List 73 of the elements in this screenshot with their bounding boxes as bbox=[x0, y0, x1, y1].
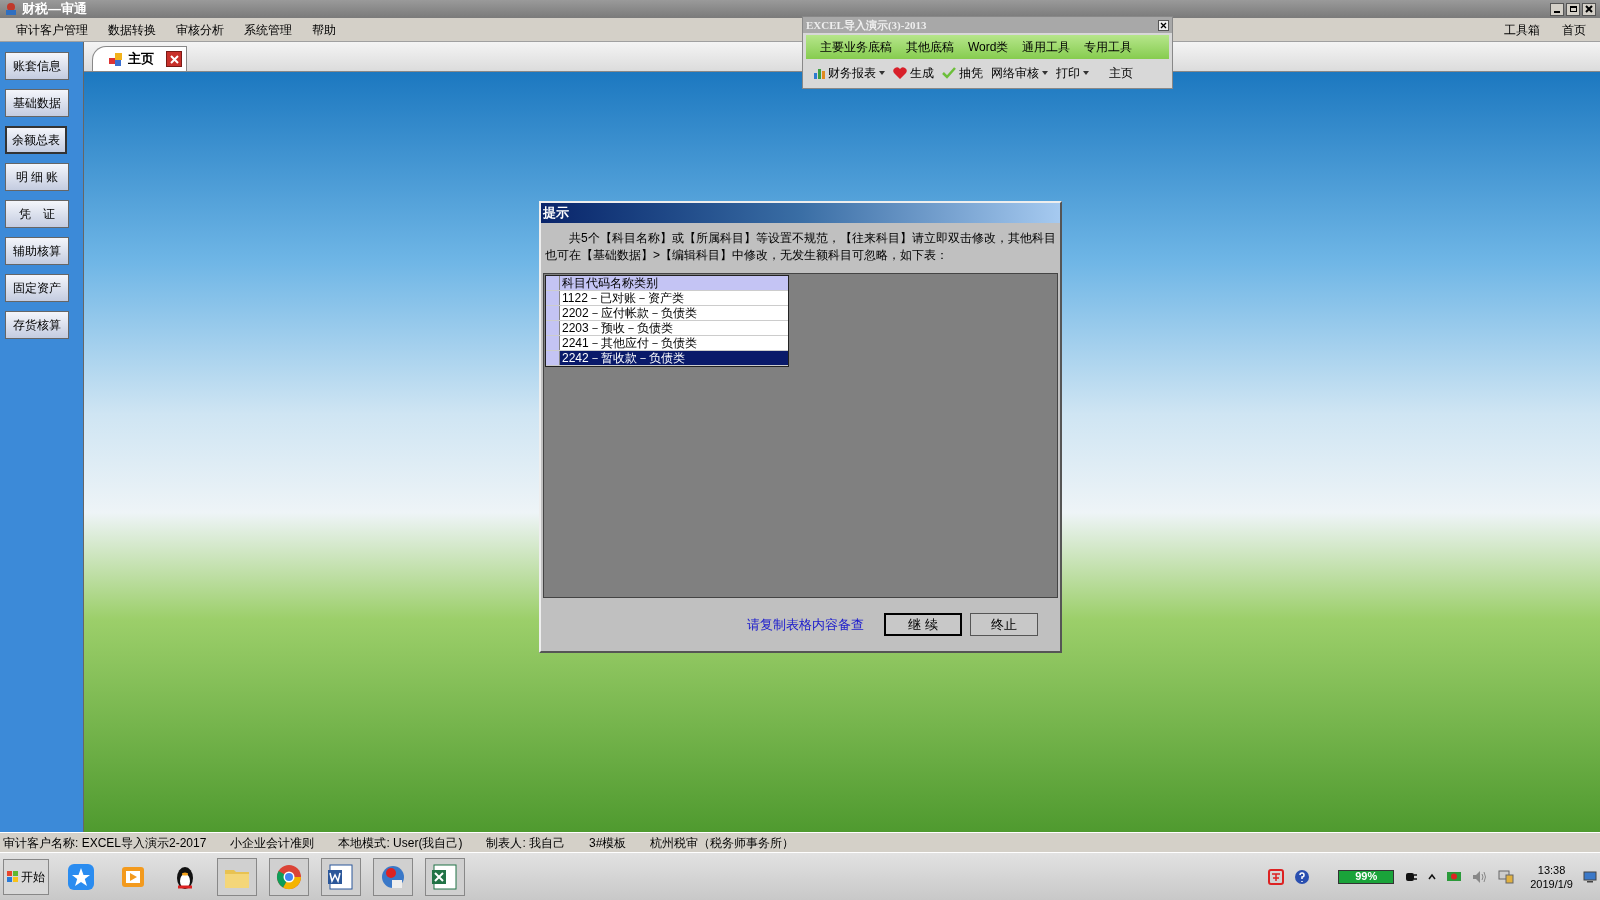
status-text: 审计客户名称: EXCEL导入演示2-2017 bbox=[3, 834, 207, 852]
sidebar-button[interactable]: 辅助核算 bbox=[5, 237, 69, 265]
dialog-title: 提示 bbox=[543, 204, 569, 223]
toolbar-button[interactable]: 生成 bbox=[893, 64, 934, 82]
status-text: 小企业会计准则 bbox=[230, 834, 315, 852]
sidebar-button[interactable]: 固定资产 bbox=[5, 274, 69, 302]
clock-date: 2019/1/9 bbox=[1530, 876, 1573, 891]
toolbar-button[interactable]: 主页 bbox=[1109, 64, 1133, 82]
menu-item[interactable]: 帮助 bbox=[304, 20, 344, 39]
window-title: 财税—审通 bbox=[22, 0, 87, 19]
close-icon bbox=[169, 54, 179, 64]
app-icon bbox=[4, 2, 18, 16]
bar-chart-icon bbox=[813, 67, 825, 79]
close-button[interactable] bbox=[1582, 2, 1596, 16]
excel-document-icon bbox=[430, 861, 460, 892]
toolbar-button[interactable]: 抽凭 bbox=[942, 64, 983, 82]
windows-logo-icon bbox=[7, 870, 19, 883]
grid-row[interactable]: 2202－应付帐款－负债类 bbox=[546, 306, 788, 321]
tab[interactable]: 主页 bbox=[92, 46, 187, 71]
group-tab[interactable]: 主要业务底稿 bbox=[820, 38, 892, 56]
menu-item[interactable]: 审计客户管理 bbox=[8, 20, 96, 39]
group-tab[interactable]: Word类 bbox=[968, 38, 1009, 56]
toolbar-link[interactable]: 工具箱 bbox=[1504, 20, 1540, 39]
sidebar-button[interactable]: 存货核算 bbox=[5, 311, 69, 339]
clock-time: 13:38 bbox=[1537, 862, 1566, 877]
close-button[interactable] bbox=[1158, 19, 1169, 31]
word-document-icon bbox=[326, 861, 356, 892]
minimize-button[interactable] bbox=[1550, 2, 1564, 16]
squares-icon bbox=[109, 52, 122, 66]
group-tab[interactable]: 通用工具 bbox=[1022, 38, 1071, 56]
toolbar-button[interactable]: 财务报表 bbox=[813, 64, 885, 82]
sidebar-button[interactable]: 账套信息 bbox=[5, 52, 69, 80]
tab-close-button[interactable] bbox=[166, 51, 182, 67]
toolbar-button[interactable]: 打印 bbox=[1056, 64, 1089, 82]
grid-header[interactable]: 科目代码名称类别 bbox=[546, 276, 788, 291]
network-icon[interactable] bbox=[1446, 869, 1463, 884]
taskbar-app-button[interactable] bbox=[321, 857, 361, 896]
sidebar-button[interactable]: 明 细 账 bbox=[5, 163, 69, 191]
chevron-up-icon[interactable] bbox=[1428, 872, 1437, 881]
dialog-button[interactable]: 继 续 bbox=[884, 613, 962, 636]
grid-row[interactable]: 2203－预收－负债类 bbox=[546, 321, 788, 336]
plug-icon[interactable] bbox=[1404, 870, 1419, 883]
menu-item[interactable]: 审核分析 bbox=[168, 20, 232, 39]
sidebar-button[interactable]: 凭 证 bbox=[5, 200, 69, 228]
battery-meter: 99% bbox=[1338, 869, 1395, 884]
toolbar-window-title: EXCEL导入演示(3)-2013 bbox=[806, 17, 927, 33]
grid-row[interactable]: 2241－其他应付－负债类 bbox=[546, 336, 788, 351]
menu-item[interactable]: 系统管理 bbox=[236, 20, 300, 39]
help-icon[interactable] bbox=[1294, 868, 1311, 885]
status-text: 3#模板 bbox=[589, 834, 627, 852]
heart-icon bbox=[893, 67, 907, 79]
group-tab[interactable]: 其他底稿 bbox=[906, 38, 954, 56]
group-tab[interactable]: 专用工具 bbox=[1084, 38, 1133, 56]
dialog-message: 共5个【科目名称】或【所属科目】等设置不规范，【往来科目】请立即双击修改，其他科目也可在【基础数据】>【编辑科目】中修改，无发生额科目可忽略，如下表： bbox=[544, 230, 1057, 264]
computer-icon[interactable] bbox=[1498, 869, 1515, 884]
star-app-icon bbox=[66, 861, 96, 892]
sidebar-button[interactable]: 余额总表 bbox=[5, 126, 67, 154]
menu-item[interactable]: 数据转换 bbox=[100, 20, 164, 39]
note-text: 请复制表格内容备查 bbox=[747, 615, 864, 634]
restore-button[interactable] bbox=[1566, 2, 1580, 16]
start-button[interactable]: 开始 bbox=[3, 858, 49, 895]
status-text: 杭州税审（税务师事务所） bbox=[650, 834, 795, 852]
grid-row[interactable]: 1122－已对账－资产类 bbox=[546, 291, 788, 306]
check-icon bbox=[942, 67, 956, 79]
desktop-icon[interactable] bbox=[1583, 870, 1597, 883]
grid-row[interactable]: 2242－暂收款－负债类 bbox=[546, 351, 788, 366]
status-text: 制表人: 我自己 bbox=[486, 834, 566, 852]
dialog-button[interactable]: 终止 bbox=[970, 613, 1038, 636]
status-text: 本地模式: User(我自己) bbox=[338, 834, 463, 852]
seal-icon[interactable] bbox=[1268, 868, 1285, 885]
toolbar-button[interactable]: 网络审核 bbox=[991, 64, 1048, 82]
toolbar-link[interactable]: 首页 bbox=[1562, 20, 1586, 39]
sidebar-button[interactable]: 基础数据 bbox=[5, 89, 69, 117]
